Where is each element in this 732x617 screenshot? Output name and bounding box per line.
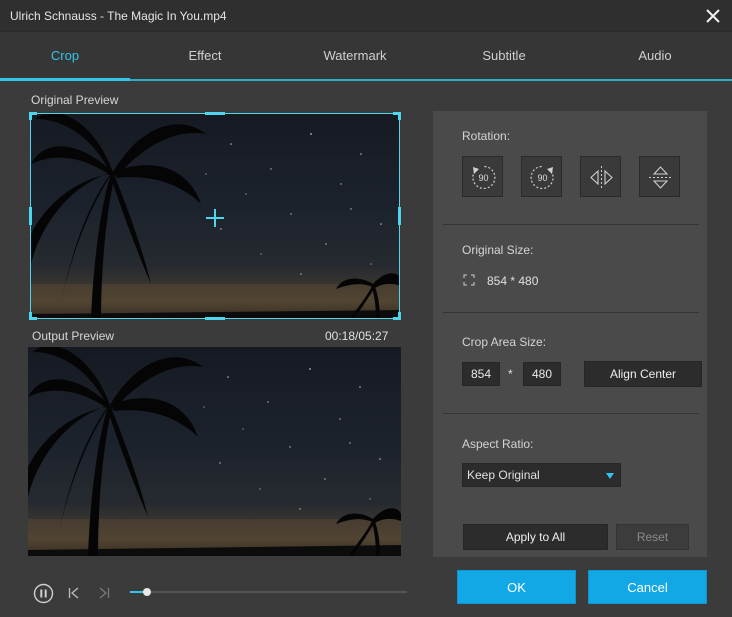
align-center-button[interactable]: Align Center <box>584 361 702 387</box>
divider <box>443 312 699 313</box>
aspect-ratio-select[interactable]: Keep Original <box>462 463 621 487</box>
original-size-value: 854 * 480 <box>487 274 539 288</box>
output-preview-label: Output Preview <box>32 329 115 343</box>
window-title: Ulrich Schnauss - The Magic In You.mp4 <box>10 9 227 23</box>
pause-icon <box>33 583 54 604</box>
flip-horizontal-button[interactable] <box>580 156 621 197</box>
skip-back-icon <box>68 587 79 599</box>
rotation-label: Rotation: <box>462 129 511 143</box>
rotate-right-text: 90 <box>537 173 547 183</box>
tab-bar: Crop Effect Watermark Subtitle Audio <box>0 32 732 81</box>
crop-handle-top[interactable] <box>205 112 225 115</box>
seek-bar[interactable] <box>130 588 407 596</box>
crop-handle-top-right-v[interactable] <box>398 112 401 120</box>
chevron-down-icon <box>606 473 614 479</box>
original-size-label: Original Size: <box>462 243 534 257</box>
previous-frame-button[interactable] <box>67 586 81 600</box>
original-preview-label: Original Preview <box>31 93 119 107</box>
output-preview-image <box>28 347 401 556</box>
close-button[interactable] <box>702 5 724 27</box>
rotate-left-button[interactable]: 90 <box>462 156 503 197</box>
tab-crop[interactable]: Crop <box>0 32 130 81</box>
flip-horizontal-icon <box>590 166 613 189</box>
crop-settings-panel: Rotation: 90 90 Original Size: 854 * 480… <box>433 111 707 557</box>
ok-button[interactable]: OK <box>457 570 576 604</box>
seek-handle[interactable] <box>142 588 151 596</box>
crop-handle-bottom[interactable] <box>205 317 225 320</box>
rotate-left-text: 90 <box>478 173 488 183</box>
divider <box>443 224 699 225</box>
tab-audio[interactable]: Audio <box>590 32 720 79</box>
pause-button[interactable] <box>33 583 54 604</box>
apply-to-all-button[interactable]: Apply to All <box>463 524 608 550</box>
close-icon <box>706 9 720 23</box>
crop-handle-left[interactable] <box>29 207 32 225</box>
title-bar: Ulrich Schnauss - The Magic In You.mp4 <box>0 0 732 32</box>
reset-button[interactable]: Reset <box>616 524 689 550</box>
crop-height-field[interactable]: 480 <box>523 362 561 386</box>
crop-separator: * <box>508 367 513 381</box>
aspect-ratio-label: Aspect Ratio: <box>462 437 534 451</box>
crosshair-icon[interactable] <box>205 208 225 228</box>
next-frame-button[interactable] <box>97 586 111 600</box>
flip-vertical-icon <box>649 166 672 189</box>
rotate-right-90-icon: 90 <box>530 165 554 190</box>
aspect-ratio-value: Keep Original <box>467 468 540 482</box>
rotate-right-button[interactable]: 90 <box>521 156 562 197</box>
crop-width-field[interactable]: 854 <box>462 362 500 386</box>
rotate-left-90-icon: 90 <box>472 165 496 190</box>
skip-forward-icon <box>99 587 110 599</box>
crop-handle-right[interactable] <box>398 207 401 225</box>
expand-icon <box>463 274 475 286</box>
crop-handle-bottom-right-v[interactable] <box>398 312 401 320</box>
crop-handle-top-left-v[interactable] <box>29 112 32 120</box>
crop-area-label: Crop Area Size: <box>462 335 547 349</box>
tab-effect[interactable]: Effect <box>140 32 270 79</box>
cancel-button[interactable]: Cancel <box>588 570 707 604</box>
divider <box>443 413 699 414</box>
time-readout: 00:18/05:27 <box>325 329 389 343</box>
tab-subtitle[interactable]: Subtitle <box>439 32 569 79</box>
crop-handle-bottom-left-v[interactable] <box>29 312 32 320</box>
tab-watermark[interactable]: Watermark <box>290 32 420 79</box>
flip-vertical-button[interactable] <box>639 156 680 197</box>
output-preview <box>28 347 401 556</box>
crop-frame[interactable] <box>29 112 401 320</box>
